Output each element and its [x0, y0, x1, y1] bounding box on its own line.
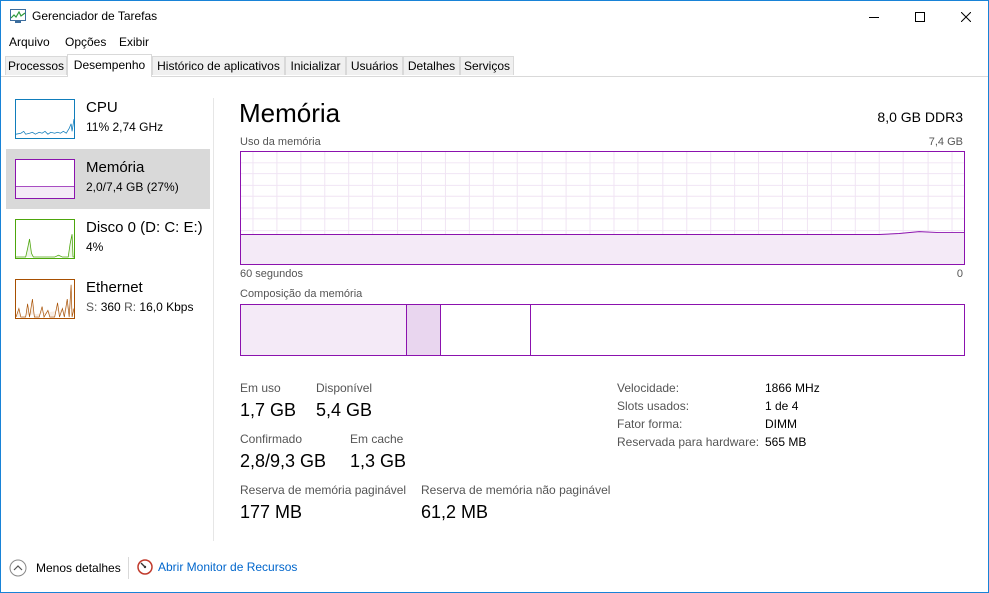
task-manager-icon — [10, 9, 26, 23]
speed-value: 1866 MHz — [765, 381, 820, 395]
committed-label: Confirmado — [240, 432, 303, 446]
nonpaged-pool-label: Reserva de memória não paginável — [421, 483, 611, 497]
available-label: Disponível — [316, 381, 373, 395]
disk-thumbnail — [15, 219, 75, 259]
cached-value: 1,3 GB — [350, 451, 407, 471]
close-icon — [961, 11, 971, 22]
sidebar-item-title: CPU — [86, 99, 118, 116]
composition-modified — [407, 305, 441, 355]
sidebar-item-cpu[interactable]: CPU 11% 2,74 GHz — [6, 89, 210, 149]
maximize-button[interactable] — [897, 1, 943, 32]
in-use-label: Em uso — [240, 381, 281, 395]
maximize-icon — [915, 11, 925, 22]
hardware-reserved-label: Reservada para hardware: — [617, 435, 760, 449]
menu-opcoes[interactable]: Opções — [65, 35, 106, 49]
memory-composition-bar — [240, 304, 965, 356]
sidebar-item-sub: 11% 2,74 GHz — [86, 120, 164, 134]
nonpaged-pool-value: 61,2 MB — [421, 502, 489, 522]
composition-standby — [441, 305, 531, 355]
available-value: 5,4 GB — [316, 400, 373, 420]
tab-usuarios[interactable]: Usuários — [346, 56, 403, 75]
paged-pool-value: 177 MB — [240, 502, 303, 522]
time-axis-end: 0 — [956, 268, 963, 280]
ethernet-thumbnail — [15, 279, 75, 319]
minimize-icon — [869, 16, 879, 18]
tab-inicializar[interactable]: Inicializar — [285, 56, 346, 75]
sidebar-item-title: Disco 0 (D: C: E:) — [86, 219, 203, 236]
sidebar-item-title: Memória — [86, 159, 145, 176]
minimize-button[interactable] — [851, 1, 897, 32]
form-factor-label: Fator forma: — [617, 417, 683, 431]
chevron-up-icon — [9, 559, 27, 577]
open-resource-monitor-link[interactable]: Abrir Monitor de Recursos — [137, 559, 297, 575]
sidebar-item-disk[interactable]: Disco 0 (D: C: E:) 4% — [6, 209, 210, 269]
sidebar-item-memory[interactable]: Memória 2,0/7,4 GB (27%) — [6, 149, 210, 209]
close-button[interactable] — [943, 1, 989, 32]
composition-free — [531, 305, 964, 355]
task-manager-window: Gerenciador de Tarefas Arquivo Opções Ex… — [0, 0, 989, 593]
memory-spec: 8,0 GB DDR3 — [877, 109, 963, 125]
composition-in-use — [241, 305, 407, 355]
receive-label: R: — [124, 300, 137, 314]
hardware-reserved-value: 565 MB — [765, 435, 807, 449]
tab-servicos[interactable]: Serviços — [460, 56, 514, 75]
cached-label: Em cache — [350, 432, 404, 446]
send-value: 360 — [100, 300, 121, 314]
speed-label: Velocidade: — [617, 381, 680, 395]
sidebar-item-ethernet[interactable]: Ethernet S: 360 R: 16,0 Kbps — [6, 269, 210, 329]
tab-bar: Processos Desempenho Histórico de aplica… — [1, 54, 988, 77]
form-factor-value: DIMM — [765, 417, 797, 431]
sidebar-item-sub: S: 360 R: 16,0 Kbps — [86, 300, 193, 314]
slots-value: 1 de 4 — [765, 399, 799, 413]
tab-detalhes[interactable]: Detalhes — [403, 56, 460, 75]
memory-thumbnail — [15, 159, 75, 199]
usage-area — [241, 231, 964, 264]
cpu-thumbnail — [15, 99, 75, 139]
page-title: Memória — [239, 98, 341, 128]
resource-sidebar: CPU 11% 2,74 GHz Memória 2,0/7,4 GB (27%… — [1, 77, 213, 542]
window-title: Gerenciador de Tarefas — [32, 9, 158, 23]
footer-divider — [128, 557, 129, 579]
tab-desempenho[interactable]: Desempenho — [67, 54, 152, 77]
receive-value: 16,0 Kbps — [139, 300, 194, 314]
panel-divider — [213, 98, 214, 541]
committed-value: 2,8/9,3 GB — [240, 451, 327, 471]
slots-label: Slots usados: — [617, 399, 690, 413]
tab-historico[interactable]: Histórico de aplicativos — [152, 56, 285, 75]
usage-graph-max: 7,4 GB — [928, 136, 963, 148]
time-axis-label: 60 segundos — [240, 268, 303, 280]
open-resource-monitor-label: Abrir Monitor de Recursos — [158, 560, 298, 574]
sidebar-item-sub: 4% — [86, 240, 104, 254]
paged-pool-label: Reserva de memória paginável — [240, 483, 407, 497]
in-use-value: 1,7 GB — [240, 400, 297, 420]
menu-arquivo[interactable]: Arquivo — [9, 35, 50, 49]
tab-processos[interactable]: Processos — [5, 56, 67, 75]
fewer-details-label: Menos detalhes — [36, 561, 121, 575]
resource-monitor-icon — [137, 559, 153, 575]
send-label: S: — [86, 300, 98, 314]
sidebar-item-title: Ethernet — [86, 279, 143, 296]
memory-usage-graph — [240, 151, 965, 265]
title-bar: Gerenciador de Tarefas — [1, 1, 988, 32]
usage-graph-label: Uso da memória — [240, 136, 321, 148]
composition-label: Composição da memória — [240, 288, 363, 300]
sidebar-item-sub: 2,0/7,4 GB (27%) — [86, 180, 179, 194]
fewer-details-button[interactable]: Menos detalhes — [9, 559, 121, 577]
menu-bar: Arquivo Opções Exibir — [1, 32, 988, 52]
menu-exibir[interactable]: Exibir — [119, 35, 149, 49]
